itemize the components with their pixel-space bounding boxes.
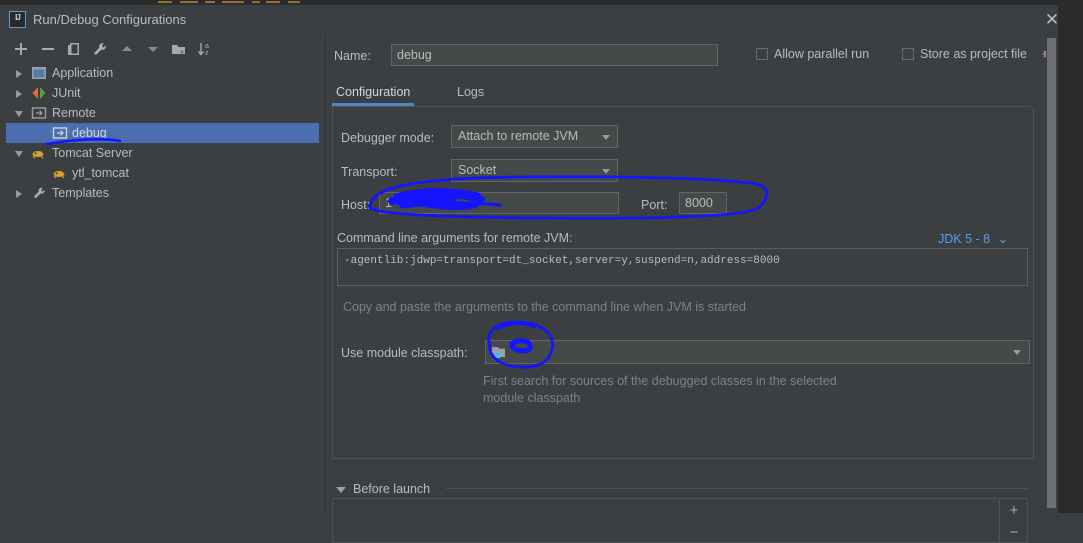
tree-item-tomcat-server[interactable]: Tomcat Server — [6, 143, 319, 163]
checkbox-box — [902, 48, 914, 60]
chevron-right-icon[interactable] — [12, 63, 26, 83]
move-down-button[interactable] — [143, 39, 163, 59]
command-line-arguments-hint: Copy and paste the arguments to the comm… — [343, 300, 746, 314]
chevron-down-icon[interactable] — [12, 103, 26, 123]
wrench-icon — [31, 186, 47, 201]
edit-templates-button[interactable] — [90, 39, 110, 59]
chevron-down-icon — [602, 135, 610, 140]
tree-item-label: ytl_tomcat — [72, 166, 129, 180]
tree-item-remote[interactable]: Remote — [6, 103, 319, 123]
jdk-version-selector[interactable]: JDK 5 - 8 ⌄ — [938, 231, 1008, 246]
module-classpath-select[interactable] — [485, 340, 1030, 364]
before-launch-label: Before launch — [353, 482, 431, 496]
chevron-right-icon[interactable] — [12, 183, 26, 203]
store-as-project-file-label: Store as project file — [920, 47, 1027, 61]
dialog-right-gutter — [1058, 5, 1083, 513]
debugger-mode-value: Attach to remote JVM — [458, 129, 579, 143]
chevron-down-icon[interactable] — [12, 143, 26, 163]
allow-parallel-run-checkbox[interactable]: Allow parallel run — [756, 47, 869, 61]
remove-configuration-button[interactable] — [38, 39, 58, 59]
junit-icon — [31, 86, 47, 101]
command-line-arguments-textarea[interactable]: -agentlib:jdwp=transport=dt_socket,serve… — [337, 248, 1028, 286]
port-input[interactable]: 8000 — [679, 192, 727, 214]
intellij-idea-icon — [9, 11, 26, 28]
module-icon — [491, 345, 507, 359]
module-classpath-hint-line1: First search for sources of the debugged… — [483, 374, 837, 388]
tomcat-icon — [52, 166, 68, 181]
run-debug-configurations-dialog: Run/Debug Configurations ✕ — [0, 5, 1083, 543]
tree-item-application[interactable]: Application — [6, 63, 319, 83]
remote-icon — [31, 106, 47, 121]
module-classpath-hint-line2: module classpath — [483, 391, 581, 405]
sort-configurations-button[interactable]: a z — [195, 39, 215, 59]
configuration-editor-panel: Name: debug Allow parallel run Store as … — [326, 35, 1083, 543]
configurations-tree: Application JUnit Remote debug Tomcat Se… — [6, 63, 319, 513]
name-input[interactable]: debug — [391, 44, 718, 66]
create-folder-button[interactable] — [169, 39, 189, 59]
before-launch-separator — [446, 488, 1028, 489]
tomcat-icon — [31, 146, 47, 161]
application-icon — [31, 66, 47, 81]
checkbox-box — [756, 48, 768, 60]
use-module-classpath-label: Use module classpath: — [341, 346, 468, 360]
configurations-panel: a z Application JUnit Remote debug Tomca… — [0, 35, 325, 513]
add-before-launch-task-button[interactable]: + — [1000, 502, 1028, 519]
svg-text:a: a — [205, 43, 209, 50]
chevron-down-icon — [336, 487, 346, 493]
tree-item-ytl-tomcat[interactable]: ytl_tomcat — [6, 163, 319, 183]
chevron-down-icon — [602, 169, 610, 174]
tree-item-junit[interactable]: JUnit — [6, 83, 319, 103]
remove-before-launch-task-button[interactable]: − — [1000, 524, 1028, 541]
port-label: Port: — [641, 198, 668, 212]
store-as-project-file-checkbox[interactable]: Store as project file — [902, 47, 1027, 61]
before-launch-buttons: + − — [1000, 498, 1028, 543]
remote-icon — [52, 126, 68, 141]
transport-select[interactable]: Socket — [451, 159, 618, 182]
chevron-right-icon[interactable] — [12, 83, 26, 103]
allow-parallel-run-label: Allow parallel run — [774, 47, 870, 61]
tab-logs[interactable]: Logs — [453, 80, 488, 106]
debugger-mode-select[interactable]: Attach to remote JVM — [451, 125, 618, 148]
tree-item-label: JUnit — [52, 86, 81, 100]
tree-item-label: Application — [52, 66, 114, 80]
chevron-down-icon: ⌄ — [997, 232, 1009, 246]
chevron-down-icon — [1013, 350, 1021, 355]
tree-item-label: debug — [72, 126, 107, 140]
editor-tabs: Configuration Logs — [331, 80, 1061, 108]
editor-scrollbar-thumb[interactable] — [1047, 38, 1056, 508]
transport-value: Socket — [458, 163, 497, 177]
name-label: Name: — [334, 49, 371, 63]
transport-label: Transport: — [341, 165, 398, 179]
tree-item-templates[interactable]: Templates — [6, 183, 319, 203]
copy-configuration-button[interactable] — [64, 39, 84, 59]
tree-item-label: Remote — [52, 106, 96, 120]
svg-text:z: z — [205, 50, 209, 57]
tree-item-label: Templates — [52, 186, 109, 200]
tree-item-label: Tomcat Server — [52, 146, 133, 160]
dialog-title-bar: Run/Debug Configurations ✕ — [0, 5, 1083, 35]
host-input[interactable]: 1 — [379, 192, 619, 214]
before-launch-task-list[interactable] — [332, 498, 1000, 543]
debugger-mode-label: Debugger mode: — [341, 131, 435, 145]
configurations-toolbar: a z — [0, 35, 325, 62]
host-label: Host: — [341, 198, 371, 212]
move-up-button[interactable] — [117, 39, 137, 59]
tree-item-debug[interactable]: debug — [6, 123, 319, 143]
tab-configuration[interactable]: Configuration — [332, 80, 415, 106]
add-configuration-button[interactable] — [11, 39, 31, 59]
command-line-arguments-label: Command line arguments for remote JVM: — [337, 231, 573, 245]
jdk-version-label: JDK 5 - 8 — [938, 232, 991, 246]
dialog-title: Run/Debug Configurations — [33, 12, 187, 27]
